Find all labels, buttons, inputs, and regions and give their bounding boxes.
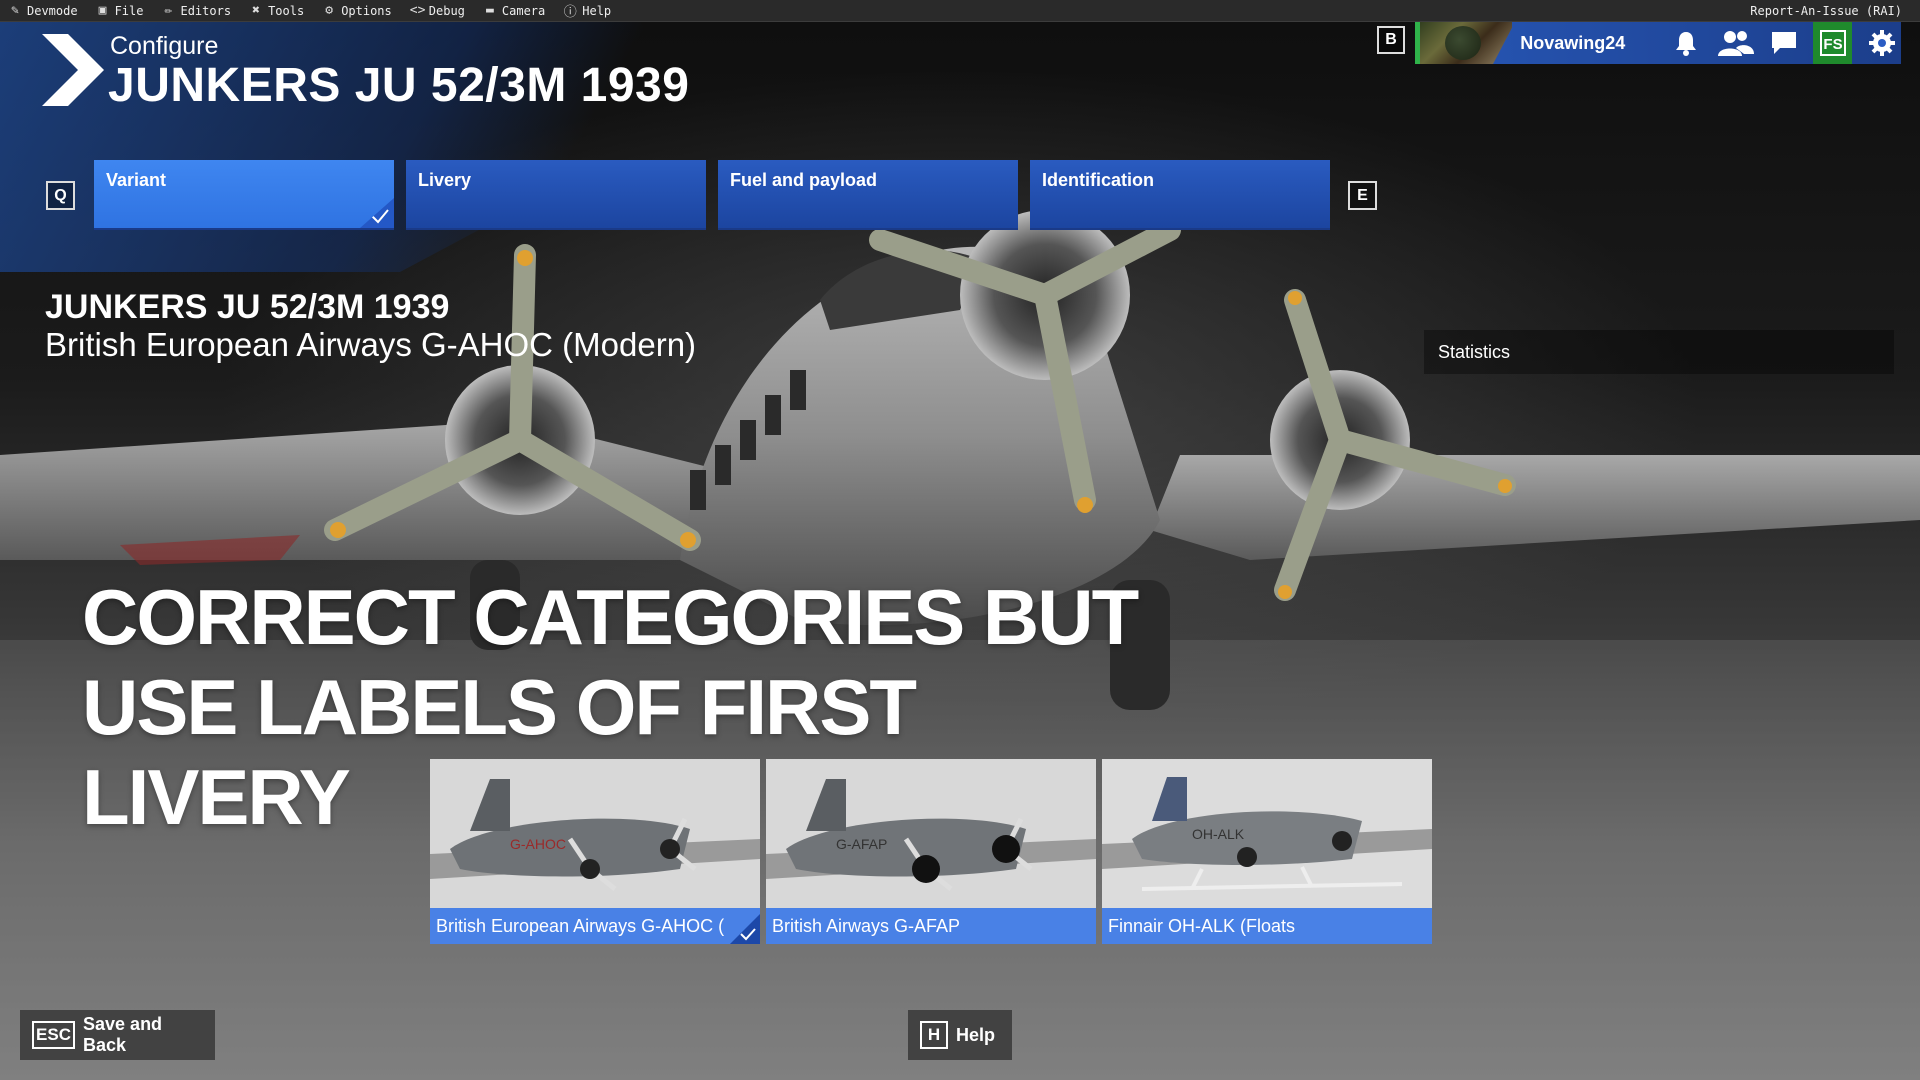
- menu-label: Editors: [180, 3, 232, 18]
- livery-name: British European Airways G-AHOC (Modern): [45, 326, 697, 363]
- menu-label: Tools: [268, 3, 305, 18]
- livery-card[interactable]: G-AFAP British Airways G-AFAP: [766, 759, 1096, 944]
- camera-icon: ▬: [485, 3, 494, 18]
- camera-menu[interactable]: ▬ Camera: [474, 0, 554, 22]
- tab-label: Identification: [1042, 170, 1154, 190]
- config-tabs: Variant Livery Fuel and payload Identifi…: [94, 160, 1330, 230]
- fs-icon[interactable]: FS: [1813, 22, 1853, 64]
- livery-label: British European Airways G-AHOC (: [430, 908, 760, 944]
- thumb-registration: OH-ALK: [1192, 826, 1245, 842]
- help-button[interactable]: H Help: [908, 1010, 1012, 1060]
- tab-label: Livery: [418, 170, 472, 190]
- livery-card[interactable]: G-AHOC British European Airways G-AHOC (: [430, 759, 760, 944]
- thumb-registration: G-AHOC: [510, 836, 566, 852]
- save-and-back-button[interactable]: ESC Save and Back: [20, 1010, 215, 1060]
- key-hint-e[interactable]: E: [1348, 181, 1377, 210]
- settings-gear-icon[interactable]: [1862, 22, 1901, 64]
- chat-icon[interactable]: [1764, 22, 1803, 64]
- user-bar: Novawing24 FS: [1415, 22, 1901, 64]
- menu-label: Devmode: [27, 3, 78, 18]
- menu-label: File: [114, 3, 144, 18]
- friends-icon[interactable]: [1715, 22, 1754, 64]
- menu-label: Camera: [501, 3, 546, 18]
- menu-label: Help: [582, 3, 612, 18]
- tab-identification[interactable]: Identification: [1030, 160, 1330, 230]
- tools-menu[interactable]: ✖ Tools: [240, 0, 313, 22]
- tab-variant[interactable]: Variant: [94, 160, 394, 230]
- statistics-label: Statistics: [1438, 342, 1511, 362]
- tab-livery[interactable]: Livery: [406, 160, 706, 230]
- editors-menu[interactable]: ✏ Editors: [152, 0, 240, 22]
- livery-label: Finnair OH-ALK (Floats: [1102, 908, 1432, 944]
- avatar[interactable]: [1415, 22, 1513, 64]
- report-issue-label: Report-An-Issue (RAI): [1750, 3, 1902, 18]
- menu-label: Options: [341, 3, 392, 18]
- options-menu[interactable]: ⚙ Options: [313, 0, 401, 22]
- help-icon: ⓘ: [563, 5, 577, 20]
- tab-fuel-and-payload[interactable]: Fuel and payload: [718, 160, 1018, 230]
- svg-text:FS: FS: [1823, 36, 1842, 53]
- gear-icon: ⚙: [325, 3, 334, 18]
- livery-thumbnail: OH-ALK: [1102, 759, 1432, 909]
- bell-icon[interactable]: [1666, 22, 1705, 64]
- menu-label: Debug: [428, 3, 465, 18]
- key-hint-q[interactable]: Q: [46, 181, 75, 210]
- tools-icon: ✖: [252, 3, 260, 18]
- key-hint-h: H: [920, 1021, 948, 1049]
- tab-label: Fuel and payload: [730, 170, 878, 190]
- username[interactable]: Novawing24: [1520, 33, 1656, 54]
- livery-thumbnail: G-AFAP: [766, 759, 1096, 909]
- devmode-menu[interactable]: ✎ Devmode: [0, 0, 87, 22]
- pencil-icon: ✏: [164, 3, 173, 18]
- report-issue-menu[interactable]: Report-An-Issue (RAI): [1741, 0, 1920, 22]
- livery-card[interactable]: OH-ALK Finnair OH-ALK (Floats: [1102, 759, 1432, 944]
- help-menu[interactable]: ⓘ Help: [554, 0, 620, 22]
- livery-list: G-AHOC British European Airways G-AHOC (…: [430, 759, 1432, 944]
- code-icon: <>: [409, 3, 426, 18]
- devmode-icon: ✎: [11, 3, 19, 18]
- folder-icon: ▣: [98, 3, 107, 18]
- thumb-registration: G-AFAP: [836, 836, 887, 852]
- help-label: Help: [956, 1024, 996, 1045]
- save-and-back-label: Save and Back: [83, 1014, 163, 1055]
- page-title: JUNKERS JU 52/3M 1939: [108, 59, 690, 112]
- checkmark-icon: [360, 198, 394, 228]
- chevron-right-icon: [42, 34, 104, 106]
- caption-line-1: CORRECT CATEGORIES BUT: [82, 573, 1139, 661]
- key-hint-esc: ESC: [32, 1021, 76, 1049]
- file-menu[interactable]: ▣ File: [87, 0, 153, 22]
- livery-label: British Airways G-AFAP: [766, 908, 1096, 944]
- dev-menu-bar: ✎ Devmode ▣ File ✏ Editors ✖ Tools ⚙ Opt…: [0, 0, 1920, 22]
- tab-label: Variant: [106, 170, 167, 190]
- key-hint-b: B: [1377, 26, 1405, 54]
- debug-menu[interactable]: <> Debug: [401, 0, 474, 22]
- livery-thumbnail: G-AHOC: [430, 759, 760, 909]
- statistics-panel[interactable]: Statistics: [1424, 330, 1894, 374]
- section-label: Configure: [110, 32, 219, 60]
- aircraft-name: JUNKERS JU 52/3M 1939: [45, 288, 450, 326]
